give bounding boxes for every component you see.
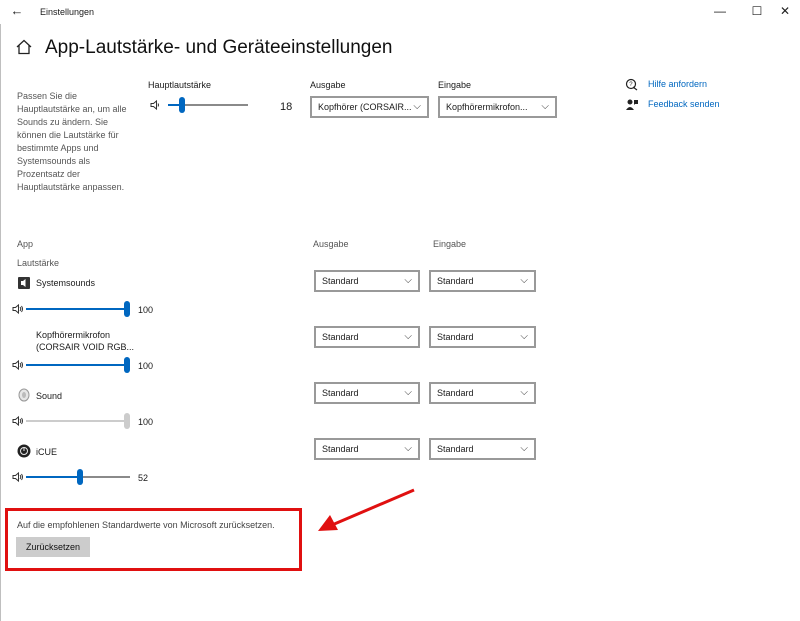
chevron-down-icon: ⌵ — [520, 387, 528, 398]
chevron-down-icon: ⌵ — [520, 443, 528, 454]
page-title: App-Lautstärke- und Geräteeinstellungen — [45, 37, 393, 58]
help-icon[interactable]: ? — [625, 78, 639, 92]
speaker-icon[interactable] — [12, 359, 24, 371]
page-description: Passen Sie die Hauptlautstärke an, um al… — [17, 91, 127, 192]
app-output-dropdown[interactable]: Standard ⌵ — [314, 438, 420, 460]
app-row: Systemsounds 100 Standard ⌵ Standard ⌵ — [0, 270, 560, 324]
app-output-dropdown[interactable]: Standard ⌵ — [314, 326, 420, 348]
slider-thumb[interactable] — [124, 413, 130, 429]
app-volume-slider[interactable] — [26, 357, 130, 373]
app-name: Sound — [36, 391, 63, 401]
slider-fill — [26, 364, 130, 366]
dropdown-value: Standard — [322, 444, 359, 454]
dropdown-value: Standard — [322, 276, 359, 286]
input-column-header: Eingabe — [433, 239, 467, 249]
app-input-dropdown[interactable]: Standard ⌵ — [429, 438, 536, 460]
sound-app-icon — [18, 388, 30, 402]
app-name: Systemsounds — [36, 278, 96, 288]
app-input-dropdown[interactable]: Standard ⌵ — [429, 326, 536, 348]
reset-description: Auf die empfohlenen Standardwerte von Mi… — [17, 520, 275, 530]
close-button[interactable]: ✕ — [771, 3, 799, 19]
dropdown-value: Standard — [437, 276, 474, 286]
app-input-dropdown[interactable]: Standard ⌵ — [429, 270, 536, 292]
output-column-header: Ausgabe — [313, 239, 349, 249]
svg-text:?: ? — [629, 82, 633, 88]
feedback-icon[interactable] — [625, 98, 639, 112]
app-volume-value: 100 — [138, 361, 154, 371]
app-volume-value: 52 — [138, 473, 149, 483]
master-volume-value: 18 — [280, 101, 293, 113]
dropdown-value: Standard — [437, 388, 474, 398]
master-volume-label: Hauptlautstärke — [148, 80, 212, 90]
slider-thumb[interactable] — [179, 97, 186, 113]
maximize-button[interactable]: ☐ — [743, 3, 771, 19]
dropdown-value: Standard — [437, 332, 474, 342]
back-arrow-icon[interactable]: ← — [8, 3, 26, 19]
app-column-header: App — [17, 239, 34, 249]
speaker-icon[interactable] — [12, 471, 24, 483]
output-label: Ausgabe — [310, 80, 346, 90]
dropdown-value: Standard — [437, 444, 474, 454]
help-link[interactable]: Hilfe anfordern — [648, 79, 707, 89]
chevron-down-icon: ⌵ — [413, 101, 421, 112]
output-device-dropdown[interactable]: Kopfhörer (CORSAIR... ⌵ — [310, 96, 429, 118]
chevron-down-icon: ⌵ — [404, 331, 412, 342]
dropdown-value: Standard — [322, 388, 359, 398]
icue-icon — [17, 444, 31, 458]
chevron-down-icon: ⌵ — [520, 331, 528, 342]
app-name: iCUE — [36, 447, 58, 457]
system-sounds-icon — [18, 277, 30, 289]
output-device-value: Kopfhörer (CORSAIR... — [318, 102, 412, 112]
input-device-value: Kopfhörermikrofon... — [446, 102, 528, 112]
speaker-icon[interactable] — [12, 415, 24, 427]
home-icon[interactable] — [15, 38, 33, 56]
app-row: Kopfhörermikrofon (CORSAIR VOID RGB... 1… — [0, 326, 560, 380]
app-input-dropdown[interactable]: Standard ⌵ — [429, 382, 536, 404]
app-output-dropdown[interactable]: Standard ⌵ — [314, 382, 420, 404]
slider-thumb[interactable] — [124, 301, 130, 317]
title-bar: ← Einstellungen — ☐ ✕ — [0, 0, 800, 24]
slider-thumb[interactable] — [77, 469, 84, 485]
chevron-down-icon: ⌵ — [404, 275, 412, 286]
reset-button[interactable]: Zurücksetzen — [16, 537, 90, 557]
app-volume-value: 100 — [138, 305, 154, 315]
annotation-arrow-icon — [318, 488, 415, 531]
chevron-down-icon: ⌵ — [404, 387, 412, 398]
app-output-dropdown[interactable]: Standard ⌵ — [314, 270, 420, 292]
dropdown-value: Standard — [322, 332, 359, 342]
app-volume-slider[interactable] — [26, 469, 130, 485]
app-row: Sound 100 Standard ⌵ Standard ⌵ — [0, 382, 560, 436]
chevron-down-icon: ⌵ — [404, 443, 412, 454]
app-row: iCUE 52 Standard ⌵ Standard ⌵ — [0, 438, 560, 492]
input-device-dropdown[interactable]: Kopfhörermikrofon... ⌵ — [438, 96, 557, 118]
slider-fill — [26, 420, 130, 422]
app-volume-slider[interactable] — [26, 301, 130, 317]
speaker-icon[interactable] — [12, 303, 24, 315]
chevron-down-icon: ⌵ — [520, 275, 528, 286]
slider-fill — [26, 308, 130, 310]
minimize-button[interactable]: — — [706, 3, 734, 19]
speaker-icon[interactable] — [150, 99, 162, 111]
slider-thumb[interactable] — [124, 357, 130, 373]
feedback-link[interactable]: Feedback senden — [648, 99, 720, 109]
app-volume-slider[interactable] — [26, 413, 130, 429]
chevron-down-icon: ⌵ — [541, 101, 549, 112]
app-volume-value: 100 — [138, 417, 154, 427]
slider-fill — [26, 476, 81, 478]
master-volume-slider[interactable] — [168, 97, 248, 113]
window-title: Einstellungen — [40, 7, 95, 17]
app-name: Kopfhörermikrofon (CORSAIR VOID RGB... — [36, 330, 135, 352]
input-label: Eingabe — [438, 80, 472, 90]
volume-column-header: Lautstärke — [17, 258, 60, 268]
